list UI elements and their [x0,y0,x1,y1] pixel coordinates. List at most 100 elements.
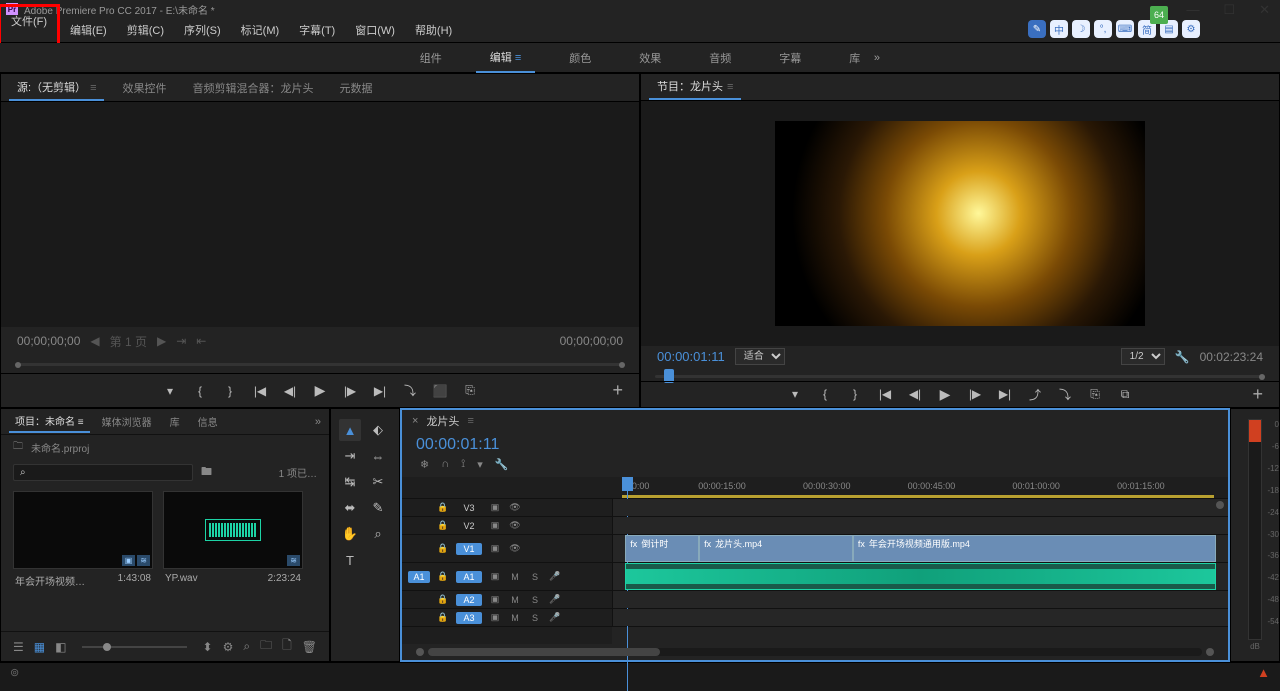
src-add-button[interactable]: + [612,380,623,401]
menu-clip[interactable]: 剪辑(C) [117,18,174,42]
find-icon[interactable]: ⌕ [243,639,250,654]
src-overwrite-icon[interactable]: ⬛ [431,382,449,400]
src-stepback-icon[interactable]: ◀| [281,382,299,400]
src-marker-icon[interactable]: ▾ [161,382,179,400]
src-gotoout-icon[interactable]: ▶| [371,382,389,400]
project-tabs-more[interactable]: » [315,416,321,428]
menu-sequence[interactable]: 序列(S) [174,18,231,42]
rolling-tool[interactable]: ⇔ [367,445,389,467]
prg-compare-icon[interactable]: ⧉ [1116,385,1134,403]
menu-help[interactable]: 帮助(H) [405,18,462,42]
src-play-button[interactable]: ▶ [311,382,329,400]
zoom-thumb[interactable] [428,648,660,656]
prg-in-icon[interactable]: { [816,385,834,403]
timeline-sequence-name[interactable]: 龙片头 [426,413,459,429]
program-fit-select[interactable]: 适合 [735,348,785,365]
source-step-icon[interactable]: ⇥ [176,334,186,348]
clip-audio[interactable] [625,563,1215,590]
minimize-button[interactable]: — [1186,2,1199,18]
new-item-icon[interactable]: 🗋 [282,636,292,657]
zoom-in-handle[interactable] [1206,648,1214,656]
tab-source[interactable]: 源:（无剪辑）≡ [9,75,104,101]
workspace-assembly[interactable]: 组件 [406,44,456,72]
project-item[interactable]: ≋ YP.wav2:23:24 [163,491,303,625]
timeline-ruler[interactable]: :00:00 00:00:15:00 00:00:30:00 00:00:45:… [612,477,1228,499]
prg-out-icon[interactable]: } [846,385,864,403]
freeform-view-icon[interactable]: ◧ [55,640,66,654]
zoom-tool[interactable]: ⌕ [367,523,389,545]
timeline-timecode[interactable]: 00:00:01:11 [416,436,499,454]
workspace-editing[interactable]: 编辑 ≡ [476,43,535,73]
src-export-icon[interactable]: ⎘ [461,382,479,400]
trash-icon[interactable]: 🗑 [302,640,317,654]
playhead-icon[interactable] [622,477,633,491]
menu-title[interactable]: 字幕(T) [289,18,345,42]
track-v2-content[interactable] [612,517,1228,534]
tab-project[interactable]: 项目：未命名 ≡ [9,410,90,433]
snap-icon[interactable]: ❄ [420,458,429,471]
wrench-icon[interactable]: 🔧 [1175,350,1190,364]
timeline-track-area[interactable]: :00:00 00:00:15:00 00:00:30:00 00:00:45:… [612,477,1228,644]
sort-icon[interactable]: ⬍ [203,640,213,654]
ime-gear-icon[interactable]: ⚙ [1182,20,1200,38]
type-tool[interactable]: T [339,549,361,571]
prg-extract-icon[interactable]: ⤵ [1056,385,1074,403]
scroll-dot[interactable] [1216,501,1224,509]
track-v1-content[interactable]: fx倒计时 fx龙片头.mp4 fx年会开场视频通用版.mp4 [612,535,1228,562]
link-icon[interactable]: ∩ [441,458,449,471]
prg-stepfwd-icon[interactable]: |▶ [966,385,984,403]
prg-export-icon[interactable]: ⎘ [1086,385,1104,403]
prg-stepback-icon[interactable]: ◀| [906,385,924,403]
clip-video[interactable]: fx倒计时 [625,535,699,562]
track-header-a1[interactable]: A1🔒A1▣MS🎤 [402,571,612,583]
workspace-effects[interactable]: 效果 [625,44,675,72]
track-select-tool[interactable]: ⬖ [367,419,389,441]
tab-audio-mixer[interactable]: 音频剪辑混合器：龙片头 [184,76,321,100]
prg-lift-icon[interactable]: ⤴ [1026,385,1044,403]
settings-icon[interactable]: ▾ [477,458,483,471]
workspace-audio[interactable]: 音频 [695,44,745,72]
menu-marker[interactable]: 标记(M) [231,18,290,42]
source-step2-icon[interactable]: ⇤ [196,334,206,348]
ripple-tool[interactable]: ⇥ [339,445,361,467]
prg-gotoout-icon[interactable]: ▶| [996,385,1014,403]
timeline-zoom-scroll[interactable] [402,644,1228,660]
ime-moon-icon[interactable]: ☽ [1072,20,1090,38]
tab-metadata[interactable]: 元数据 [331,76,380,100]
src-in-icon[interactable]: { [191,382,209,400]
pen-tool[interactable]: ✎ [367,497,389,519]
program-zoom-select[interactable]: 1/2 [1121,348,1165,365]
prg-add-button[interactable]: + [1252,384,1263,405]
timeline-tab-close[interactable]: × [412,415,418,427]
sync-icon[interactable]: ⊚ [10,666,19,679]
tab-effect-controls[interactable]: 效果控件 [114,76,174,100]
track-a2-content[interactable] [612,591,1228,608]
src-stepfwd-icon[interactable]: |▶ [341,382,359,400]
new-bin-icon[interactable]: 🗀 [260,636,272,657]
razor-tool[interactable]: ✂ [367,471,389,493]
project-item[interactable]: ▣≋ 年会开场视频…1:43:08 [13,491,153,625]
prg-gotoin-icon[interactable]: |◀ [876,385,894,403]
auto-icon[interactable]: ⚙ [223,640,234,654]
clip-video[interactable]: fx年会开场视频通用版.mp4 [853,535,1216,562]
tab-media-browser[interactable]: 媒体浏览器 [96,411,158,432]
list-view-icon[interactable]: ☰ [13,640,24,654]
track-a1-content[interactable] [612,563,1228,590]
zoom-slider[interactable] [82,646,186,648]
source-scrubber[interactable] [15,355,625,373]
workspace-more[interactable]: » [874,52,880,64]
ime-punct-icon[interactable]: °, [1094,20,1112,38]
menu-file[interactable]: 文件(F) [0,4,60,46]
rate-tool[interactable]: ↹ [339,471,361,493]
workspace-libraries[interactable]: 库 [835,44,874,72]
tab-program[interactable]: 节目：龙片头≡ [649,74,741,100]
selection-tool[interactable]: ▲ [339,419,361,441]
icon-view-icon[interactable]: ▦ [34,640,45,654]
tool-extra[interactable] [367,549,389,571]
hand-tool[interactable]: ✋ [339,523,361,545]
track-header-a3[interactable]: 🔒A3▣MS🎤 [402,612,612,624]
source-prev-page[interactable]: ◀ [90,334,99,348]
ime-lang-toggle[interactable]: 中 [1050,20,1068,38]
project-search-input[interactable] [13,464,193,481]
prg-marker-icon[interactable]: ▾ [786,385,804,403]
